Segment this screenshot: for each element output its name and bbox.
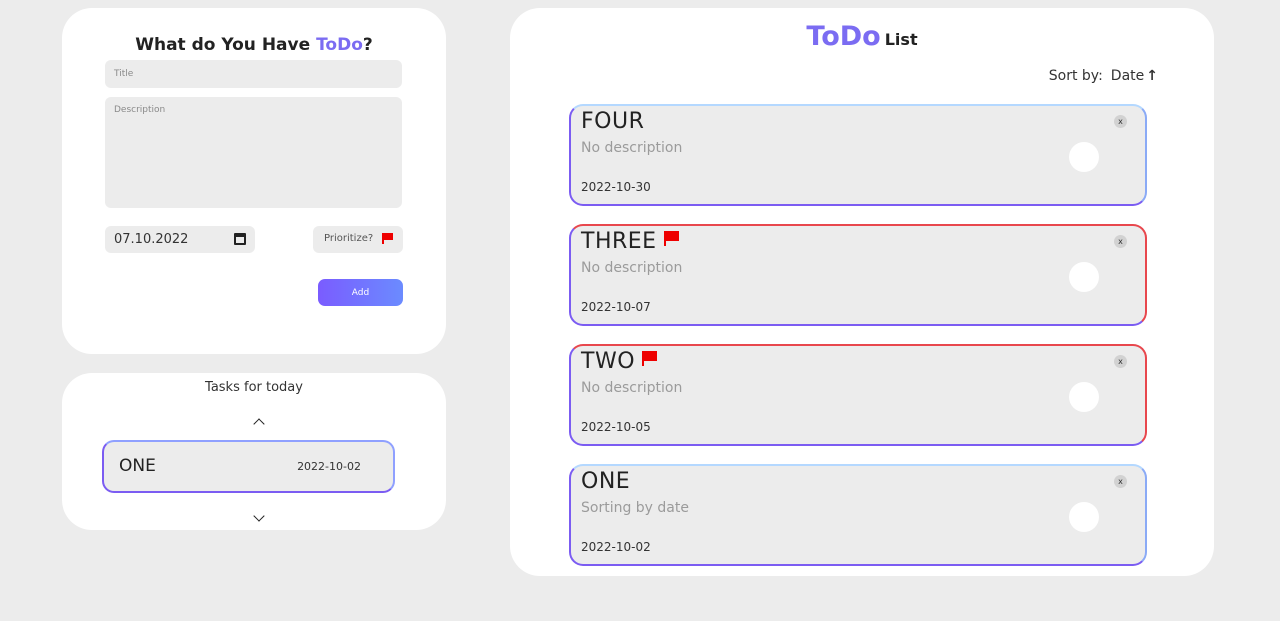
calendar-icon[interactable] [234, 233, 246, 245]
todo-description: No description [581, 140, 683, 156]
sort-label: Sort by: [1048, 68, 1103, 84]
todo-date: 2022-10-30 [581, 180, 651, 194]
todo-item[interactable]: THREE No description 2022-10-07 x [569, 224, 1147, 326]
today-title: Tasks for today [205, 380, 303, 395]
sort-key[interactable]: Date [1111, 68, 1144, 84]
todo-description: No description [581, 380, 683, 396]
todo-date: 2022-10-05 [581, 420, 651, 434]
sort-arrow-icon[interactable]: ↑ [1146, 68, 1158, 84]
todo-date: 2022-10-07 [581, 300, 651, 314]
description-input[interactable]: Description [105, 97, 402, 208]
chevron-up-icon[interactable] [253, 418, 265, 430]
complete-toggle[interactable] [1069, 502, 1099, 532]
prioritize-toggle[interactable]: Prioritize? [313, 226, 403, 253]
todo-description: No description [581, 260, 683, 276]
todo-item[interactable]: FOUR No description 2022-10-30 x [569, 104, 1147, 206]
priority-flag-icon [642, 351, 658, 366]
chevron-down-icon[interactable] [253, 510, 265, 522]
today-task-item[interactable]: ONE 2022-10-02 [102, 440, 395, 493]
list-title-word: List [884, 30, 918, 49]
priority-flag-icon [663, 231, 680, 246]
sort-control[interactable]: Sort by: Date ↑ [1049, 68, 1158, 84]
prioritize-label: Prioritize? [324, 233, 374, 244]
delete-icon[interactable]: x [1114, 475, 1127, 488]
form-title: What do You Have ToDo? [135, 35, 373, 55]
complete-toggle[interactable] [1069, 262, 1099, 292]
title-input[interactable]: Title [105, 60, 402, 88]
complete-toggle[interactable] [1069, 142, 1099, 172]
today-task-date: 2022-10-02 [297, 460, 361, 473]
todo-title: FOUR [581, 109, 645, 134]
flag-icon [382, 233, 394, 244]
todo-item[interactable]: TWO No description 2022-10-05 x [569, 344, 1147, 446]
title-placeholder: Title [114, 69, 134, 79]
todo-date: 2022-10-02 [581, 540, 651, 554]
todo-item[interactable]: ONE Sorting by date 2022-10-02 x [569, 464, 1147, 566]
list-title-accent: ToDo [806, 21, 881, 52]
todo-description: Sorting by date [581, 500, 689, 516]
description-placeholder: Description [114, 105, 166, 115]
todo-title: THREE [581, 229, 680, 254]
today-task-name: ONE [119, 456, 156, 476]
date-input[interactable]: 07.10.2022 [105, 226, 255, 253]
delete-icon[interactable]: x [1114, 235, 1127, 248]
complete-toggle[interactable] [1069, 382, 1099, 412]
date-value: 07.10.2022 [114, 232, 189, 247]
add-button[interactable]: Add [318, 279, 403, 306]
today-card: Tasks for today ONE 2022-10-02 [62, 373, 446, 530]
list-title: ToDo List [510, 21, 1214, 52]
todo-title: ONE [581, 469, 631, 494]
form-title-accent: ToDo [316, 35, 363, 55]
todo-list-card: ToDo List Sort by: Date ↑ FOUR No descripti… [510, 8, 1214, 576]
delete-icon[interactable]: x [1114, 115, 1127, 128]
delete-icon[interactable]: x [1114, 355, 1127, 368]
todo-title: TWO [581, 349, 658, 374]
add-todo-card: What do You Have ToDo? Title Description… [62, 8, 446, 354]
